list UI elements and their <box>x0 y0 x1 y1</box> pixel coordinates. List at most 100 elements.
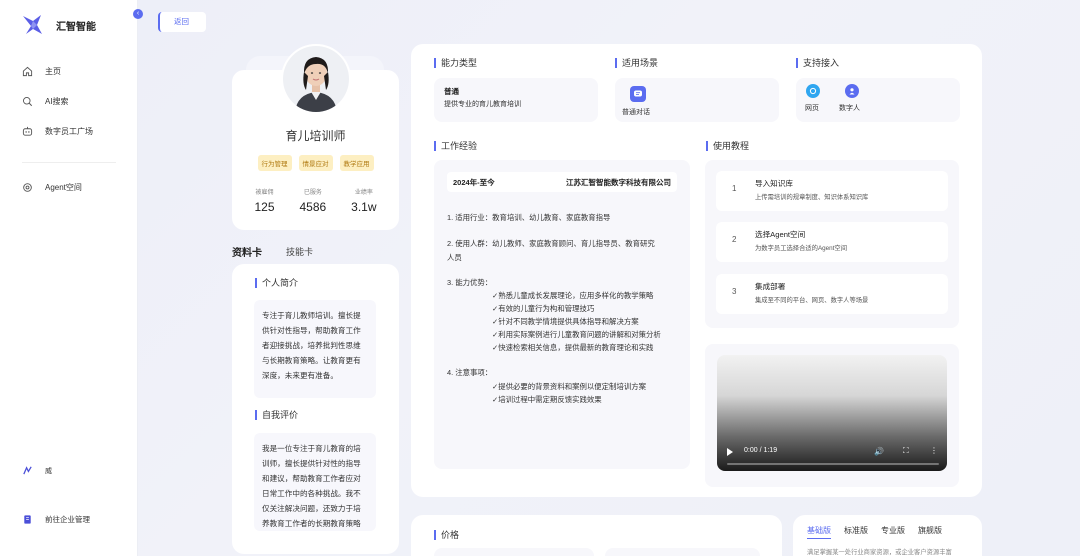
stat-label: 已服务 <box>303 190 322 196</box>
more-icon[interactable]: ⋮ <box>930 446 938 455</box>
tutorial-title: 使用教程 <box>706 141 749 151</box>
video-player[interactable]: 0:00 / 1:19 🔊 ⛶ ⋮ <box>717 355 947 471</box>
building-icon <box>22 514 33 525</box>
work-note: ✓提供必要的背景资料和案例以便定制培训方案 <box>492 382 647 391</box>
settings-icon <box>22 182 33 193</box>
step-title: 选择Agent空间 <box>755 230 806 239</box>
user-icon <box>22 465 33 476</box>
step-desc: 集成至不同的平台、网页、数字人等场景 <box>755 297 869 304</box>
chat-icon <box>630 86 646 102</box>
access-digital-human: 数字人 <box>839 105 860 112</box>
play-icon[interactable] <box>727 448 733 456</box>
work-advantages-title: 3. 能力优势： <box>447 278 493 287</box>
plan-tab-standard[interactable]: 标准版 <box>844 525 868 539</box>
nav-label-agent-space: Agent空间 <box>45 183 82 192</box>
nav-item-ai-search[interactable]: AI搜索 <box>22 96 69 107</box>
work-advantage: ✓快速检索相关信息，提供最新的教育理论和实践 <box>492 343 654 352</box>
work-industry: 1. 适用行业：教育培训、幼儿教育、家庭教育指导 <box>447 213 611 222</box>
plan-desc: 满足掌握某一处行业商家资源，或企业客户资源丰富 <box>807 549 952 556</box>
work-users-line: 2. 使用人群：幼儿教师、家庭教育顾问、育儿指导员、教育研究 <box>447 239 655 248</box>
work-advantage: ✓针对不同教学情境提供具体指导和解决方案 <box>492 317 639 326</box>
price-box <box>434 548 594 556</box>
back-button[interactable]: 返回 <box>158 12 206 32</box>
nav-label-ai-search: AI搜索 <box>45 97 69 106</box>
nav-item-agent-space[interactable]: Agent空间 <box>22 182 82 193</box>
intro-text: 专注于育儿教师培训。擅长提供针对性指导，帮助教育工作者迎接挑战，培养批判性思维与… <box>254 300 376 398</box>
sidebar: 汇智智能 主页 AI搜索 数字员工广场 Agent空间 威 前往企业管理 <box>0 0 138 556</box>
work-box <box>434 160 690 469</box>
collapse-sidebar-button[interactable]: ‹ <box>133 9 143 19</box>
profile-tags: 行为管理 情景应对 教学应用 <box>232 155 399 171</box>
tutorial-step-1[interactable]: 1 导入知识库 上传需培训的规章制度、知识体系知识库 <box>716 171 948 211</box>
volume-icon[interactable]: 🔊 <box>874 447 884 456</box>
work-notes-title: 4. 注意事项： <box>447 368 493 377</box>
work-advantage: ✓利用实际案例进行儿童教育问题的讲解和对策分析 <box>492 330 661 339</box>
stat-label: 业绩率 <box>354 190 373 196</box>
work-header: 2024年-至今 江苏汇智智能数字科技有限公司 <box>447 172 677 192</box>
price-title: 价格 <box>434 530 459 540</box>
fullscreen-icon[interactable]: ⛶ <box>903 446 909 456</box>
scene-title: 适用场景 <box>615 58 658 68</box>
logo-icon <box>23 15 42 34</box>
brand[interactable]: 汇智智能 <box>20 13 96 37</box>
stat-value: 125 <box>254 200 275 214</box>
step-number: 2 <box>732 235 737 244</box>
intro-title: 个人简介 <box>255 278 298 288</box>
ability-desc: 提供专业的育儿教育培训 <box>444 101 521 108</box>
work-title: 工作经验 <box>434 141 477 151</box>
step-number: 1 <box>732 184 737 193</box>
plan-tab-basic[interactable]: 基础版 <box>807 525 831 539</box>
work-period: 2024年-至今 <box>453 177 495 187</box>
access-web: 网页 <box>805 105 819 112</box>
enterprise-admin-link[interactable]: 前往企业管理 <box>22 514 90 525</box>
access-box <box>796 78 960 122</box>
plan-tabs: 基础版 标准版 专业版 旗舰版 <box>807 525 942 539</box>
self-eval-title: 自我评价 <box>255 410 298 420</box>
tab-skill-card[interactable]: 技能卡 <box>286 245 313 258</box>
digital-human-icon <box>845 84 859 98</box>
step-title: 导入知识库 <box>755 179 793 188</box>
search-icon <box>22 96 33 107</box>
nav-item-home[interactable]: 主页 <box>22 66 61 77</box>
nav-item-digital-staff[interactable]: 数字员工广场 <box>22 126 93 137</box>
tab-profile-card[interactable]: 资料卡 <box>232 244 262 259</box>
stat-hired: 被雇佣 125 <box>254 187 274 214</box>
profile-name: 育儿培训师 <box>285 129 346 143</box>
video-progress-bar[interactable] <box>727 463 939 465</box>
robot-icon <box>22 126 33 137</box>
self-eval-text: 我是一位专注于育儿教育的培训师，擅长提供针对性的指导和建议，帮助教育工作者应对日… <box>254 433 376 531</box>
video-time: 0:00 / 1:19 <box>744 447 778 454</box>
plan-tab-pro[interactable]: 专业版 <box>881 525 905 539</box>
tutorial-step-2[interactable]: 2 选择Agent空间 为数字员工选择合适的Agent空间 <box>716 222 948 262</box>
nav-divider <box>22 162 116 163</box>
nav-label-digital-staff: 数字员工广场 <box>45 127 93 136</box>
avatar <box>281 44 351 114</box>
nav-label-home: 主页 <box>45 67 61 76</box>
video-controls: 0:00 / 1:19 🔊 ⛶ ⋮ <box>717 445 947 471</box>
stat-value: 3.1w <box>351 200 377 214</box>
step-desc: 为数字员工选择合适的Agent空间 <box>755 245 848 252</box>
step-number: 3 <box>732 287 737 296</box>
ability-title: 能力类型 <box>434 58 477 68</box>
user-profile[interactable]: 威 <box>22 465 52 476</box>
work-company: 江苏汇智智能数字科技有限公司 <box>566 177 671 187</box>
work-note: ✓培训过程中需定期反馈实践效果 <box>492 395 602 404</box>
web-icon <box>806 84 820 98</box>
work-advantage: ✓熟悉儿童成长发展理论，应用多样化的教学策略 <box>492 291 654 300</box>
work-users-line: 人员 <box>447 253 462 262</box>
enterprise-admin-label: 前往企业管理 <box>45 515 90 524</box>
user-name: 威 <box>45 467 52 475</box>
brand-name: 汇智智能 <box>56 21 96 33</box>
stat-label: 被雇佣 <box>255 190 274 196</box>
tag: 教学应用 <box>339 155 374 171</box>
tutorial-step-3[interactable]: 3 集成部署 集成至不同的平台、网页、数字人等场景 <box>716 274 948 314</box>
scene-item: 普通对话 <box>622 109 650 116</box>
stat-value: 4586 <box>299 200 327 214</box>
tag: 行为管理 <box>257 155 292 171</box>
ability-name: 普通 <box>444 87 459 96</box>
access-title: 支持接入 <box>796 58 839 68</box>
home-icon <box>22 66 33 77</box>
stat-served: 已服务 4586 <box>299 187 326 214</box>
tag: 情景应对 <box>298 155 333 171</box>
plan-tab-flagship[interactable]: 旗舰版 <box>918 525 942 539</box>
